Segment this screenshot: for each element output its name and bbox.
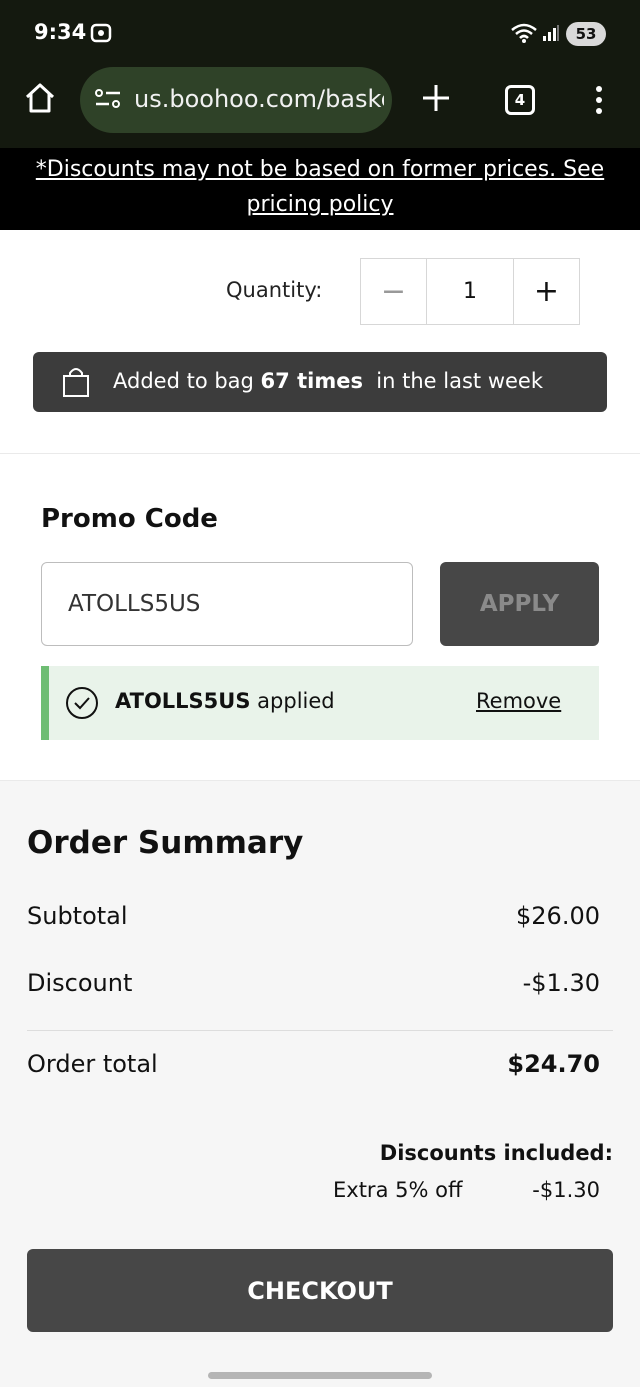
apply-promo-button[interactable]: APPLY [440, 562, 599, 646]
url-text: us.boohoo.com/basket [134, 85, 384, 113]
promo-applied-notice: ATOLLS5US applied Remove [41, 666, 599, 740]
status-bar: 9:34 53 [0, 0, 640, 66]
quantity-value: 1 [463, 279, 477, 304]
quantity-label: Quantity: [226, 278, 323, 302]
quantity-increase-button[interactable]: + [513, 259, 579, 324]
wifi-icon [510, 22, 538, 48]
more-menu-icon[interactable] [590, 84, 608, 116]
new-tab-icon[interactable] [420, 82, 452, 114]
order-total-label: Order total [27, 1050, 158, 1078]
discount-label: Discount [27, 969, 133, 997]
discount-value: -$1.30 [522, 969, 600, 997]
quantity-decrease-button[interactable]: − [361, 259, 427, 324]
promo-code-title: Promo Code [41, 504, 218, 534]
screen-record-icon [90, 22, 112, 48]
signal-icon [542, 24, 560, 46]
order-summary-title: Order Summary [27, 825, 304, 861]
checkout-button[interactable]: CHECKOUT [27, 1249, 613, 1332]
promo-code-section: Promo Code APPLY ATOLLS5US applied Remov… [0, 453, 640, 781]
browser-toolbar: us.boohoo.com/basket 4 [0, 66, 640, 148]
bag-text-prefix: Added to bag [113, 369, 261, 393]
discounts-included-label: Discounts included: [379, 1141, 613, 1165]
discount-item-name: Extra 5% off [333, 1178, 463, 1202]
quantity-stepper: − 1 + [360, 258, 580, 325]
added-to-bag-text: Added to bag 67 times in the last week [113, 369, 543, 393]
added-to-bag-notice: Added to bag 67 times in the last week [33, 352, 607, 412]
remove-promo-link[interactable]: Remove [476, 689, 561, 713]
subtotal-label: Subtotal [27, 902, 128, 930]
pricing-policy-link[interactable]: *Discounts may not be based on former pr… [36, 157, 604, 217]
applied-suffix: applied [250, 689, 335, 713]
battery-indicator: 53 [566, 22, 606, 46]
home-icon[interactable] [22, 80, 58, 116]
applied-code: ATOLLS5US [115, 689, 251, 713]
site-settings-icon[interactable] [94, 87, 122, 115]
shopping-bag-icon [61, 366, 91, 402]
check-circle-icon [65, 686, 99, 724]
order-total-value: $24.70 [507, 1050, 600, 1078]
order-summary: Order Summary Subtotal $26.00 Discount -… [0, 781, 640, 1387]
summary-divider [27, 1030, 613, 1031]
subtotal-value: $26.00 [516, 902, 600, 930]
address-bar[interactable]: us.boohoo.com/basket [80, 67, 392, 133]
promo-applied-text: ATOLLS5US applied [115, 689, 335, 713]
discount-item-value: -$1.30 [532, 1178, 600, 1202]
pricing-disclaimer-banner: *Discounts may not be based on former pr… [0, 148, 640, 230]
status-time: 9:34 [34, 20, 87, 44]
promo-code-input[interactable] [41, 562, 413, 646]
gesture-nav-handle[interactable] [208, 1372, 432, 1379]
tab-switcher-button[interactable]: 4 [505, 85, 535, 115]
bag-count: 67 times [260, 369, 363, 393]
bag-text-suffix: in the last week [362, 369, 543, 393]
